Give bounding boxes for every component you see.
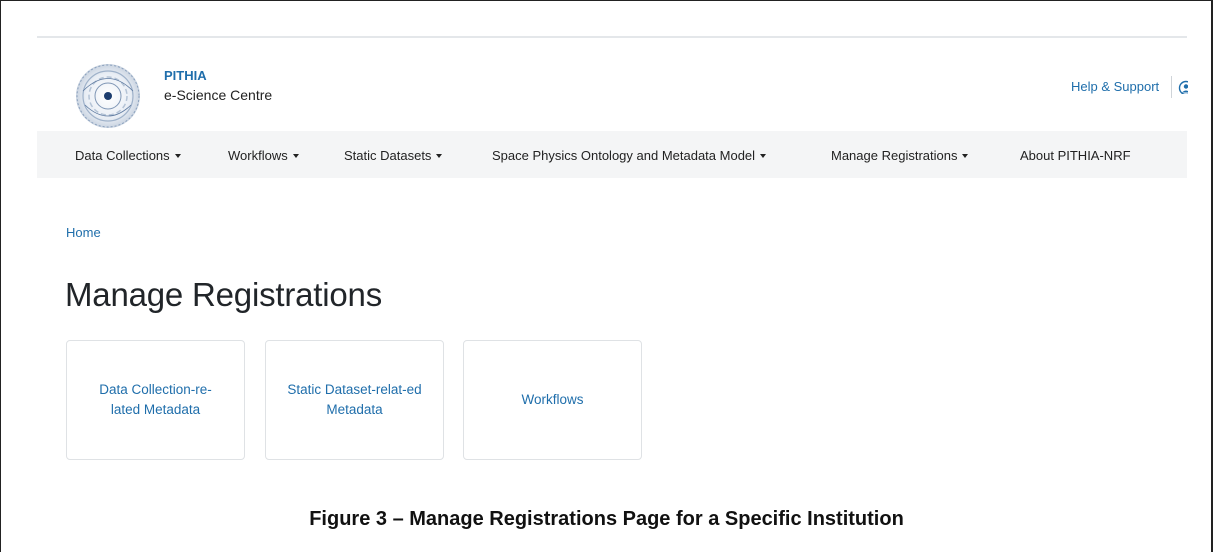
nav-manage-registrations[interactable]: Manage Registrations xyxy=(831,148,969,163)
caret-down-icon xyxy=(174,154,181,158)
card-label: Data Collection-re-lated Metadata xyxy=(99,382,212,417)
card-workflows[interactable]: Workflows xyxy=(463,340,642,460)
pithia-nrf-logo[interactable] xyxy=(73,61,143,131)
caret-down-icon xyxy=(292,154,299,158)
header-divider xyxy=(1171,76,1172,98)
caret-down-icon xyxy=(962,154,969,158)
page-title: Manage Registrations xyxy=(65,276,383,313)
brand-name[interactable]: PITHIA xyxy=(164,68,207,83)
nav-data-collections[interactable]: Data Collections xyxy=(75,148,181,163)
card-data-collection-metadata[interactable]: Data Collection-re-lated Metadata xyxy=(66,340,245,460)
card-label: Static Dataset-relat-ed Metadata xyxy=(287,382,422,417)
nav-static-datasets[interactable]: Static Datasets xyxy=(344,148,443,163)
nav-ontology-metadata-model[interactable]: Space Physics Ontology and Metadata Mode… xyxy=(492,148,767,163)
brand-subtitle[interactable]: e-Science Centre xyxy=(164,87,272,103)
figure-caption: Figure 3 – Manage Registrations Page for… xyxy=(309,508,904,530)
caret-down-icon xyxy=(760,154,767,158)
user-icon[interactable] xyxy=(1178,80,1188,94)
nav-about-pithia-nrf[interactable]: About PITHIA-NRF xyxy=(1020,148,1131,163)
top-divider xyxy=(37,36,1187,38)
help-support-link[interactable]: Help & Support xyxy=(1071,79,1159,94)
caret-down-icon xyxy=(436,154,443,158)
nav-workflows[interactable]: Workflows xyxy=(228,148,299,163)
card-label: Workflows xyxy=(521,392,584,407)
card-static-dataset-metadata[interactable]: Static Dataset-relat-ed Metadata xyxy=(265,340,444,460)
breadcrumb-home[interactable]: Home xyxy=(66,225,101,240)
